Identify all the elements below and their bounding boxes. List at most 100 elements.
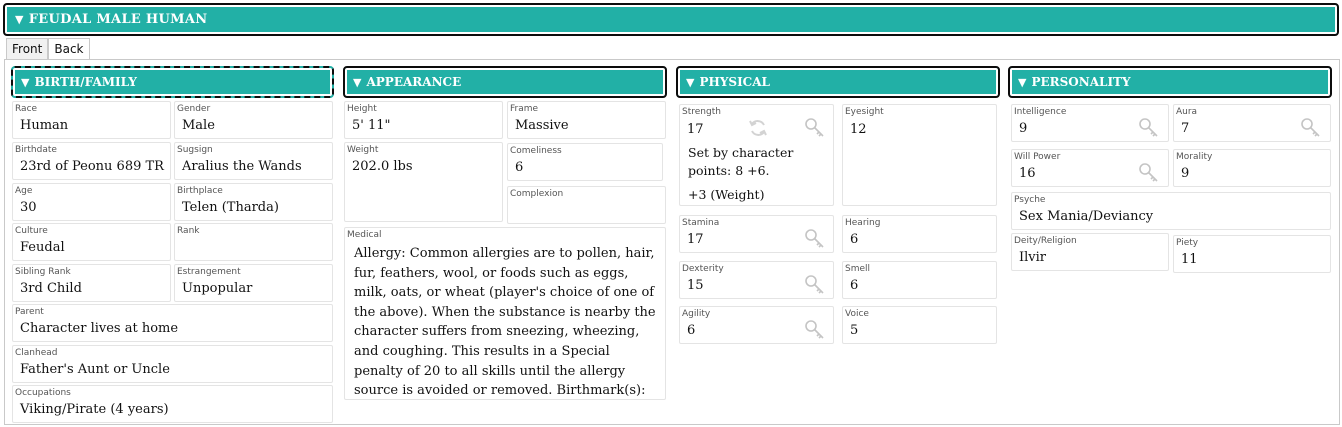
eyesight-field[interactable]: Eyesight 12 <box>842 104 997 206</box>
psyche-field[interactable]: Psyche Sex Mania/Deviancy <box>1011 192 1331 230</box>
intelligence-field[interactable]: Intelligence 9 <box>1011 104 1169 142</box>
section-title: PHYSICAL <box>699 75 770 89</box>
field-value: 30 <box>20 200 37 215</box>
field-label: Intelligence <box>1014 107 1067 117</box>
hearing-field[interactable]: Hearing 6 <box>842 215 997 253</box>
comeliness-field[interactable]: Comeliness 6 <box>507 143 663 181</box>
medical-text: Allergy: Common allergies are to pollen,… <box>354 246 656 399</box>
field-value: 202.0 lbs <box>352 159 413 174</box>
section-header-physical[interactable]: ▼ PHYSICAL <box>676 66 1000 98</box>
field-value: 16 <box>1019 166 1036 181</box>
stamina-field[interactable]: Stamina 17 <box>679 215 834 253</box>
section-title: PERSONALITY <box>1031 75 1131 89</box>
gender-field[interactable]: Gender Male <box>174 101 333 139</box>
rank-field[interactable]: Rank <box>174 223 333 261</box>
sugsign-field[interactable]: Sugsign Aralius the Wands <box>174 142 333 180</box>
field-value: 11 <box>1181 252 1198 267</box>
voice-field[interactable]: Voice 5 <box>842 306 997 344</box>
weight-field[interactable]: Weight 202.0 lbs <box>344 142 503 222</box>
field-label: Piety <box>1176 238 1199 248</box>
field-value: 15 <box>687 278 704 293</box>
field-value: Massive <box>515 118 569 133</box>
agility-field[interactable]: Agility 6 <box>679 306 834 344</box>
field-value: 6 <box>850 278 859 293</box>
culture-field[interactable]: Culture Feudal <box>12 223 171 261</box>
collapse-triangle-icon[interactable]: ▼ <box>15 13 24 26</box>
aura-field[interactable]: Aura 7 <box>1173 104 1331 142</box>
field-value: 17 <box>687 232 704 247</box>
field-label: Weight <box>347 145 379 155</box>
dexterity-field[interactable]: Dexterity 15 <box>679 261 834 299</box>
smell-field[interactable]: Smell 6 <box>842 261 997 299</box>
field-label: Stamina <box>682 218 720 228</box>
refresh-icon[interactable] <box>747 117 769 139</box>
sibling-rank-field[interactable]: Sibling Rank 3rd Child <box>12 264 171 302</box>
collapse-triangle-icon[interactable]: ▼ <box>686 76 694 89</box>
field-label: Comeliness <box>510 146 562 156</box>
field-value: Ilvir <box>1019 250 1047 265</box>
section-header-appearance[interactable]: ▼ APPEARANCE <box>343 66 667 98</box>
section-header-personality[interactable]: ▼ PERSONALITY <box>1008 66 1332 98</box>
collapse-triangle-icon[interactable]: ▼ <box>1018 76 1026 89</box>
tab-front[interactable]: Front <box>6 38 49 60</box>
tab-back[interactable]: Back <box>48 38 90 61</box>
field-value: 5' 11" <box>352 118 391 133</box>
key-icon[interactable] <box>804 228 826 250</box>
sheet-title: FEUDAL MALE HUMAN <box>28 12 208 27</box>
tab-strip: Front Back <box>6 38 90 61</box>
field-value: 9 <box>1181 166 1190 181</box>
field-value: 6 <box>850 232 859 247</box>
field-value: Viking/Pirate (4 years) <box>20 402 169 417</box>
field-label: Hearing <box>845 218 881 228</box>
field-label: Deity/Religion <box>1014 236 1077 246</box>
key-icon[interactable] <box>1138 117 1160 139</box>
estrangement-field[interactable]: Estrangement Unpopular <box>174 264 333 302</box>
key-icon[interactable] <box>1138 162 1160 184</box>
collapse-triangle-icon[interactable]: ▼ <box>353 76 361 89</box>
morality-field[interactable]: Morality 9 <box>1173 149 1331 187</box>
field-value: Sex Mania/Deviancy <box>1019 209 1154 224</box>
field-value: 17 <box>687 122 704 137</box>
section-header-birth-family[interactable]: ▼ BIRTH/FAMILY <box>11 66 334 98</box>
age-field[interactable]: Age 30 <box>12 183 171 221</box>
deity-religion-field[interactable]: Deity/Religion Ilvir <box>1011 233 1169 271</box>
sheet-title-bar[interactable]: ▼ FEUDAL MALE HUMAN <box>3 3 1339 36</box>
complexion-field[interactable]: Complexion <box>507 186 666 224</box>
clanhead-field[interactable]: Clanhead Father's Aunt or Uncle <box>12 345 333 383</box>
field-label: Gender <box>177 104 211 114</box>
field-value: 5 <box>850 323 859 338</box>
parent-field[interactable]: Parent Character lives at home <box>12 304 333 342</box>
birthplace-field[interactable]: Birthplace Telen (Tharda) <box>174 183 333 221</box>
field-value: 9 <box>1019 121 1028 136</box>
medical-field[interactable]: Medical Allergy: Common allergies are to… <box>344 227 666 400</box>
key-icon[interactable] <box>1300 117 1322 139</box>
will-power-field[interactable]: Will Power 16 <box>1011 149 1169 187</box>
field-label: Agility <box>682 309 711 319</box>
strength-note: Set by character points: 8 +6. <box>688 145 794 178</box>
key-icon[interactable] <box>804 117 826 139</box>
field-label: Smell <box>845 264 871 274</box>
field-value: 6 <box>515 160 524 175</box>
strength-field[interactable]: Strength 17 Set by character points: 8 +… <box>679 104 834 206</box>
collapse-triangle-icon[interactable]: ▼ <box>21 76 29 89</box>
field-label: Birthplace <box>177 186 223 196</box>
section-title: APPEARANCE <box>366 75 462 89</box>
occupations-field[interactable]: Occupations Viking/Pirate (4 years) <box>12 385 333 423</box>
field-value: Telen (Tharda) <box>182 200 279 215</box>
key-icon[interactable] <box>804 274 826 296</box>
field-label: Strength <box>682 107 721 117</box>
strength-weight-note: +3 (Weight) <box>688 187 765 202</box>
field-label: Estrangement <box>177 267 241 277</box>
field-value: Character lives at home <box>20 321 179 336</box>
field-value: 12 <box>850 122 867 137</box>
field-label: Sugsign <box>177 145 213 155</box>
field-label: Rank <box>177 226 200 236</box>
birthdate-field[interactable]: Birthdate 23rd of Peonu 689 TR <box>12 142 171 180</box>
field-label: Parent <box>15 307 44 317</box>
frame-field[interactable]: Frame Massive <box>507 101 666 139</box>
height-field[interactable]: Height 5' 11" <box>344 101 503 139</box>
race-field[interactable]: Race Human <box>12 101 171 139</box>
piety-field[interactable]: Piety 11 <box>1173 235 1331 273</box>
key-icon[interactable] <box>804 319 826 341</box>
field-label: Psyche <box>1014 195 1046 205</box>
